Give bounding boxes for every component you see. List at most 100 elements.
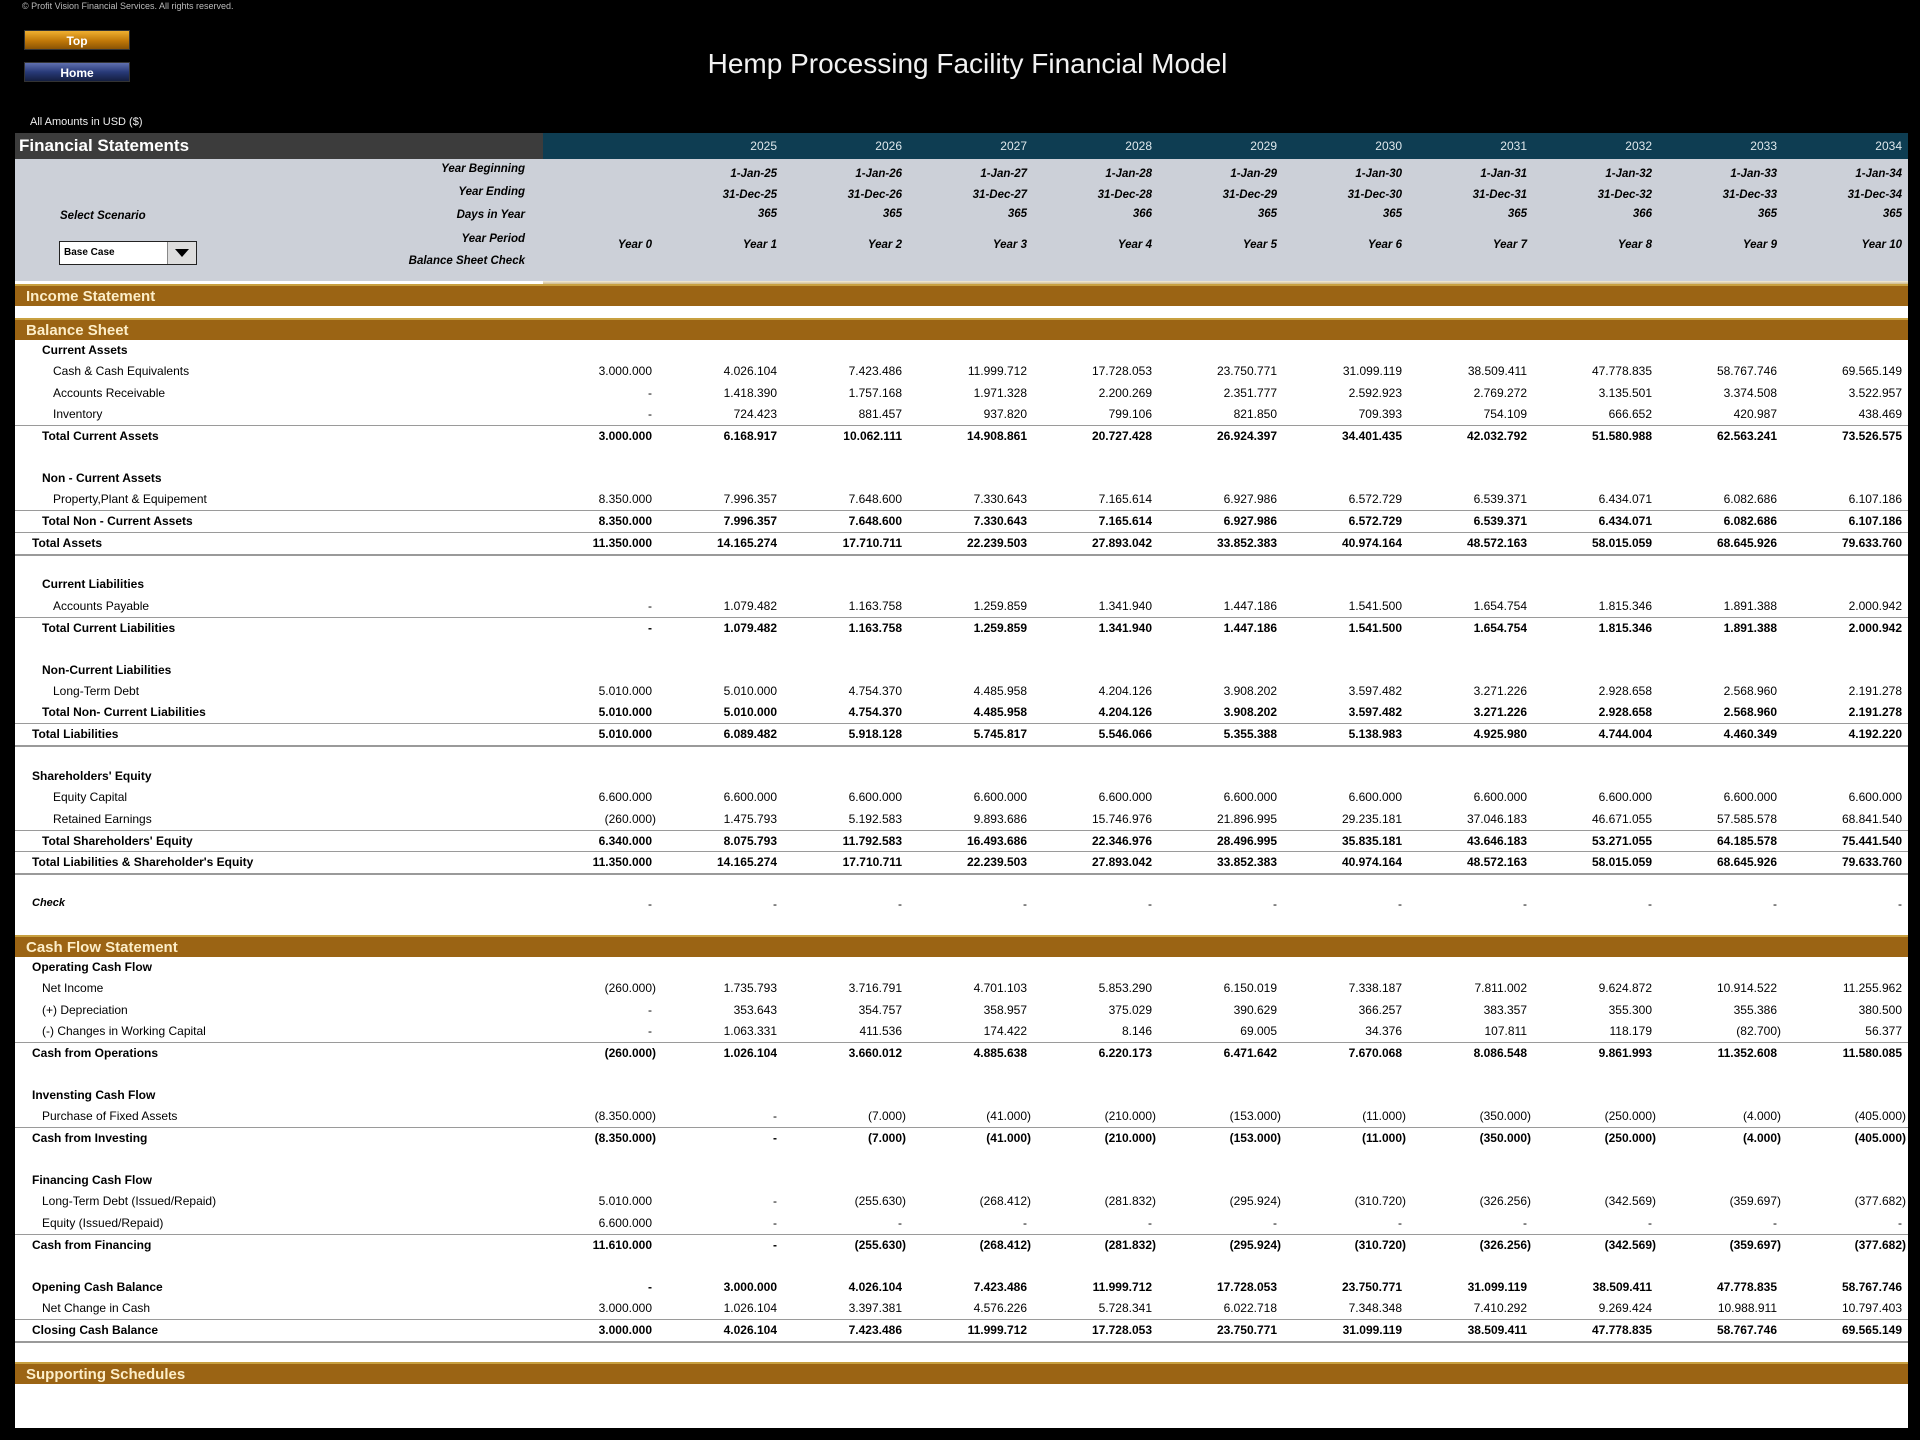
chevron-down-icon[interactable] <box>167 242 196 264</box>
timeline-header: Select Scenario Base Case Year Beginning… <box>15 159 1908 296</box>
cell-value: 62.563.241 <box>1716 429 1777 444</box>
cell-value: 10.062.111 <box>843 429 902 444</box>
cell-value: 1.447.186 <box>1223 620 1277 635</box>
row-label: Inventory <box>53 406 103 421</box>
cell-value: 1.541.500 <box>1348 620 1402 635</box>
year-header: 2025 <box>750 139 777 153</box>
cell-value: 1.735.793 <box>723 981 777 996</box>
cell-value: (260.000) <box>604 1046 656 1061</box>
cell-value: 2.000.942 <box>1848 620 1902 635</box>
cell-value: 33.852.383 <box>1216 535 1277 550</box>
cell-value: 22.346.976 <box>1091 833 1152 848</box>
cell-value: 1.654.754 <box>1473 620 1527 635</box>
cell-value: 4.754.370 <box>848 683 902 698</box>
cell-value: 1.079.482 <box>723 598 777 613</box>
cell-value: 3.000.000 <box>598 1300 652 1315</box>
cell-value: 1.026.104 <box>723 1300 777 1315</box>
cell-value: 4.885.638 <box>973 1046 1027 1061</box>
row-label: Current Assets <box>42 343 128 357</box>
cell-value: (281.832) <box>1104 1237 1156 1252</box>
cell-value: 411.536 <box>859 1023 903 1038</box>
section-balance-sheet: Balance Sheet <box>15 318 1908 340</box>
cell-value: 3.397.381 <box>848 1300 902 1315</box>
cell-value: - <box>648 406 652 421</box>
cell-value: 5.010.000 <box>723 683 777 698</box>
cell-value: (255.630) <box>854 1194 906 1209</box>
scenario-dropdown[interactable]: Base Case <box>59 241 197 265</box>
cell-value: 4.485.958 <box>973 683 1027 698</box>
row-label: Retained Earnings <box>53 811 152 826</box>
cell-value: 35.835.181 <box>1341 833 1402 848</box>
days-in-year-value: 365 <box>1382 208 1402 220</box>
cell-value: (359.697) <box>1729 1194 1781 1209</box>
cell-value: 14.908.861 <box>966 429 1027 444</box>
table-row: Net Income (260.000) 1.735.793 3.716.791 4.7… <box>15 978 1908 999</box>
table-row: Non - Current Assets <box>15 468 1908 489</box>
cell-value: 22.239.503 <box>966 855 1027 870</box>
cell-value: 17.710.711 <box>842 855 902 870</box>
cell-value: (377.682) <box>1854 1194 1906 1209</box>
year-beginning-value: 1-Jan-31 <box>1480 168 1527 180</box>
cell-value: 5.918.128 <box>848 727 902 742</box>
days-in-year-value: 365 <box>757 208 777 220</box>
table-row: Current Assets <box>15 340 1908 361</box>
cell-value: 46.671.055 <box>1591 811 1652 826</box>
cell-value: 4.701.103 <box>973 981 1027 996</box>
cell-value: 2.200.269 <box>1098 385 1152 400</box>
cell-value: 6.089.482 <box>723 727 777 742</box>
cell-value: 3.716.791 <box>848 981 902 996</box>
table-row: Total Current Assets 3.000.000 6.168.917 10… <box>15 425 1908 447</box>
cell-value: 6.600.000 <box>1473 790 1527 805</box>
row-label: Equity Capital <box>53 790 128 805</box>
cell-value: (377.682) <box>1854 1237 1906 1252</box>
cell-value: 5.010.000 <box>723 705 777 720</box>
cell-value: 6.600.000 <box>973 790 1027 805</box>
cell-value: 5.010.000 <box>598 705 652 720</box>
cell-value: - <box>898 1215 902 1230</box>
cell-value: 5.010.000 <box>598 683 652 698</box>
cell-value: 3.135.501 <box>1598 385 1652 400</box>
cell-value: 2.351.777 <box>1223 385 1277 400</box>
select-scenario-label: Select Scenario <box>60 210 146 222</box>
cell-value: 1.891.388 <box>1723 620 1777 635</box>
cell-value: (11.000) <box>1362 1109 1406 1124</box>
table-row: Opening Cash Balance - 3.000.000 4.026.104 7… <box>15 1277 1908 1298</box>
year-period-value: Year 5 <box>1242 239 1277 251</box>
cell-value: 353.643 <box>733 1002 777 1017</box>
top-button[interactable]: Top <box>24 30 130 50</box>
cell-value: 75.441.540 <box>1841 833 1902 848</box>
cell-value: 383.357 <box>1483 1002 1527 1017</box>
cell-value: 5.853.290 <box>1098 981 1152 996</box>
cell-value: 57.585.578 <box>1716 811 1777 826</box>
cell-value: (350.000) <box>1479 1131 1531 1146</box>
year-beginning-value: 1-Jan-25 <box>730 168 777 180</box>
row-label: (+) Depreciation <box>42 1002 128 1017</box>
cell-value: 51.580.988 <box>1591 429 1652 444</box>
cell-value: - <box>1023 896 1027 911</box>
cell-value: 6.600.000 <box>1348 790 1402 805</box>
year-beginning-value: 1-Jan-33 <box>1730 168 1777 180</box>
cell-value: 1.475.793 <box>723 811 777 826</box>
cell-value: 7.348.348 <box>1348 1300 1402 1315</box>
days-in-year-label: Days in Year <box>456 209 525 221</box>
cell-value: 47.778.835 <box>1591 1323 1652 1338</box>
currency-label: All Amounts in USD ($) <box>30 116 143 128</box>
days-in-year-value: 365 <box>1007 208 1027 220</box>
cell-value: 11.792.583 <box>842 833 902 848</box>
cell-value: 37.046.183 <box>1466 811 1527 826</box>
financial-sheet: Financial Statements 2025 2026 2027 2028 202… <box>15 133 1908 1428</box>
cell-value: 20.727.428 <box>1091 429 1152 444</box>
cell-value: - <box>1648 1215 1652 1230</box>
cell-value: 68.841.540 <box>1841 811 1902 826</box>
row-label: Total Non- Current Liabilities <box>42 705 206 720</box>
year-ending-value: 31-Dec-27 <box>972 189 1027 201</box>
cell-value: (153.000) <box>1229 1131 1281 1146</box>
days-in-year-value: 365 <box>1257 208 1277 220</box>
cell-value: 3.597.482 <box>1348 683 1402 698</box>
cell-value: (310.720) <box>1354 1237 1406 1252</box>
year-period-value: Year 10 <box>1861 239 1903 251</box>
cell-value: 1.815.346 <box>1598 620 1652 635</box>
cell-value: 7.330.643 <box>973 514 1027 529</box>
spacer-row <box>15 1255 1908 1276</box>
cell-value: 1.259.859 <box>973 620 1027 635</box>
